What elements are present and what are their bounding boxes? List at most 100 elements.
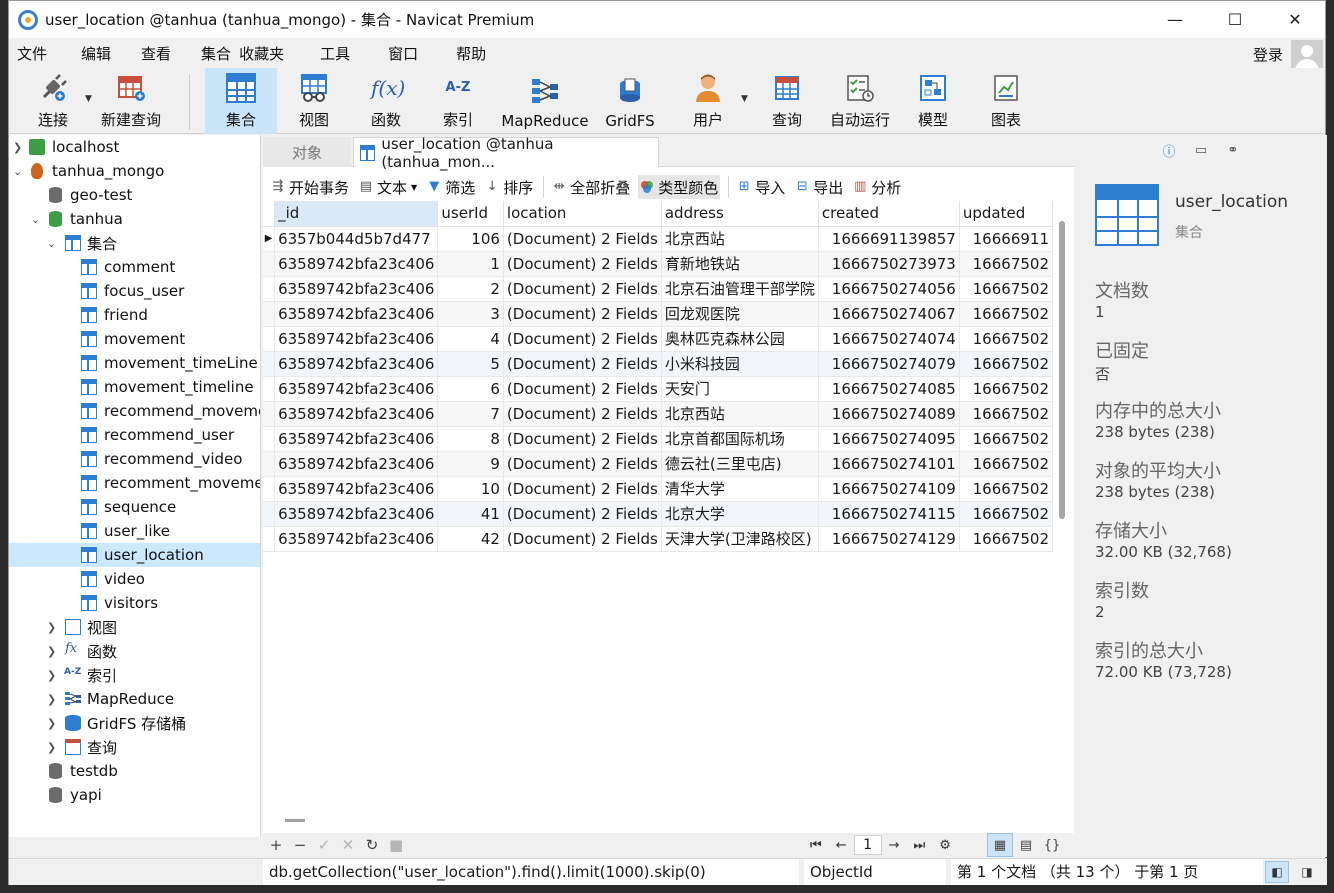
- tree-collections-group[interactable]: ⌄ 集合: [9, 231, 260, 255]
- tree-collection-item-selected[interactable]: user_location: [9, 543, 260, 567]
- stop-button[interactable]: ■: [389, 836, 403, 854]
- minimize-button[interactable]: —: [1145, 1, 1205, 38]
- function-tool-button[interactable]: f(x) 函数: [351, 68, 421, 134]
- grid-cell[interactable]: 4: [437, 326, 504, 352]
- chevron-right-icon[interactable]: ❯: [47, 717, 56, 730]
- grid-cell[interactable]: 1666750274101: [818, 451, 960, 477]
- tree-tanhua-mongo[interactable]: ⌄ tanhua_mongo: [9, 159, 260, 183]
- grid-cell[interactable]: 育新地铁站: [661, 251, 819, 277]
- connect-dropdown-icon[interactable]: ▼: [85, 94, 92, 104]
- filter-button[interactable]: ▼ 筛选: [425, 175, 477, 199]
- text-view-button[interactable]: ▤ 文本 ▼: [357, 175, 419, 199]
- grid-cell[interactable]: (Document) 2 Fields: [503, 426, 662, 452]
- grid-cell[interactable]: 北京西站: [661, 401, 819, 427]
- connect-button[interactable]: 连接: [25, 68, 81, 134]
- grid-cell[interactable]: 1666691139857: [818, 226, 960, 252]
- model-tool-button[interactable]: 模型: [905, 68, 961, 134]
- sort-button[interactable]: ↓ 排序: [483, 175, 535, 199]
- tree-collection-item[interactable]: friend: [9, 303, 260, 327]
- query-tool-button[interactable]: 查询: [757, 68, 817, 134]
- grid-cell[interactable]: 16667502: [959, 276, 1053, 302]
- grid-cell[interactable]: 1666750274067: [818, 301, 960, 327]
- table-row[interactable]: 63589742bfa23c406 7 (Document) 2 Fields 北京西…: [263, 401, 1053, 427]
- grid-cell[interactable]: (Document) 2 Fields: [503, 501, 662, 527]
- grid-cell[interactable]: 16667502: [959, 301, 1053, 327]
- toggle-info-panel-icon[interactable]: ◨: [1295, 861, 1319, 883]
- tree-functions-group[interactable]: ❯ fx 函数: [9, 639, 260, 663]
- table-row[interactable]: 63589742bfa23c406 5 (Document) 2 Fields 小米科…: [263, 351, 1053, 377]
- table-row[interactable]: 63589742bfa23c406 1 (Document) 2 Fields 育新地…: [263, 251, 1053, 277]
- grid-cell[interactable]: 9: [437, 451, 504, 477]
- delete-record-button[interactable]: −: [293, 836, 307, 854]
- current-row-marker-icon[interactable]: ▶: [263, 226, 276, 252]
- row-indicator[interactable]: [263, 526, 276, 552]
- grid-cell[interactable]: (Document) 2 Fields: [503, 301, 662, 327]
- info-icon[interactable]: ⓘ: [1160, 141, 1178, 160]
- tree-collection-item[interactable]: recommend_user: [9, 423, 260, 447]
- row-indicator[interactable]: [263, 476, 276, 502]
- last-page-icon[interactable]: ⏭: [914, 838, 926, 853]
- grid-cell[interactable]: 清华大学: [661, 476, 819, 502]
- tree-views-group[interactable]: ❯ 视图: [9, 615, 260, 639]
- grid-cell[interactable]: 16667502: [959, 251, 1053, 277]
- automation-tool-button[interactable]: 自动运行: [823, 68, 897, 134]
- grid-cell[interactable]: 1666750273973: [818, 251, 960, 277]
- grid-cell[interactable]: 北京石油管理干部学院: [661, 276, 819, 302]
- menu-tools[interactable]: 工具: [310, 43, 360, 64]
- grid-cell[interactable]: 63589742bfa23c406: [274, 526, 439, 552]
- grid-cell[interactable]: 奥林匹克森林公园: [661, 326, 819, 352]
- grid-vertical-scrollbar[interactable]: [1059, 221, 1065, 519]
- chevron-down-icon[interactable]: ⌄: [13, 165, 22, 178]
- grid-cell[interactable]: 41: [437, 501, 504, 527]
- tree-testdb[interactable]: testdb: [9, 759, 260, 783]
- grid-horizontal-scrollbar[interactable]: [285, 819, 305, 822]
- grid-cell[interactable]: 6: [437, 376, 504, 402]
- grid-cell[interactable]: 6357b044d5b7d477: [274, 226, 439, 252]
- tree-collection-item[interactable]: movement: [9, 327, 260, 351]
- row-indicator[interactable]: [263, 426, 276, 452]
- collapse-all-button[interactable]: ⇹ 全部折叠: [550, 175, 632, 199]
- grid-cell[interactable]: 北京大学: [661, 501, 819, 527]
- grid-cell[interactable]: 63589742bfa23c406: [274, 251, 439, 277]
- tree-collection-item[interactable]: comment: [9, 255, 260, 279]
- grid-cell[interactable]: (Document) 2 Fields: [503, 226, 662, 252]
- grid-cell[interactable]: 小米科技园: [661, 351, 819, 377]
- row-indicator[interactable]: [263, 276, 276, 302]
- tree-collection-item[interactable]: visitors: [9, 591, 260, 615]
- grid-cell[interactable]: 10: [437, 476, 504, 502]
- grid-cell[interactable]: 1666750274056: [818, 276, 960, 302]
- menu-edit[interactable]: 编辑: [71, 43, 121, 64]
- chevron-right-icon[interactable]: ❯: [13, 141, 22, 154]
- tree-collection-item[interactable]: focus_user: [9, 279, 260, 303]
- grid-cell[interactable]: 天安门: [661, 376, 819, 402]
- grid-cell[interactable]: 1666750274079: [818, 351, 960, 377]
- grid-cell[interactable]: 16667502: [959, 451, 1053, 477]
- tree-collection-item[interactable]: recomment_moveme: [9, 471, 260, 495]
- tab-user-location[interactable]: user_location @tanhua (tanhua_mon...: [353, 135, 659, 171]
- column-header[interactable]: address: [661, 201, 819, 227]
- index-tool-button[interactable]: A-Z 索引: [423, 68, 493, 134]
- table-row[interactable]: ▶ 6357b044d5b7d477 106 (Document) 2 Fields 北…: [263, 226, 1053, 252]
- first-page-icon[interactable]: ⏮: [810, 838, 822, 853]
- new-query-button[interactable]: 新建查询: [97, 68, 165, 134]
- tab-objects[interactable]: 对象: [263, 137, 351, 167]
- row-indicator[interactable]: [263, 451, 276, 477]
- grid-cell[interactable]: 8: [437, 426, 504, 452]
- table-row[interactable]: 63589742bfa23c406 3 (Document) 2 Fields 回龙观…: [263, 301, 1053, 327]
- chevron-down-icon[interactable]: ⌄: [31, 213, 40, 226]
- menu-view[interactable]: 查看: [131, 43, 181, 64]
- grid-cell[interactable]: 北京首都国际机场: [661, 426, 819, 452]
- grid-cell[interactable]: 16667502: [959, 526, 1053, 552]
- grid-cell[interactable]: (Document) 2 Fields: [503, 526, 662, 552]
- chevron-right-icon[interactable]: ❯: [47, 741, 56, 754]
- grid-cell[interactable]: 1: [437, 251, 504, 277]
- grid-cell[interactable]: 5: [437, 351, 504, 377]
- grid-cell[interactable]: 16667502: [959, 351, 1053, 377]
- grid-cell[interactable]: (Document) 2 Fields: [503, 401, 662, 427]
- grid-cell[interactable]: 16667502: [959, 426, 1053, 452]
- grid-cell[interactable]: 63589742bfa23c406: [274, 476, 439, 502]
- analyze-button[interactable]: ▥ 分析: [851, 175, 903, 199]
- menu-favorites[interactable]: 收藏夹: [229, 43, 294, 64]
- chart-tool-button[interactable]: 图表: [975, 68, 1037, 134]
- previous-page-icon[interactable]: ←: [836, 838, 847, 853]
